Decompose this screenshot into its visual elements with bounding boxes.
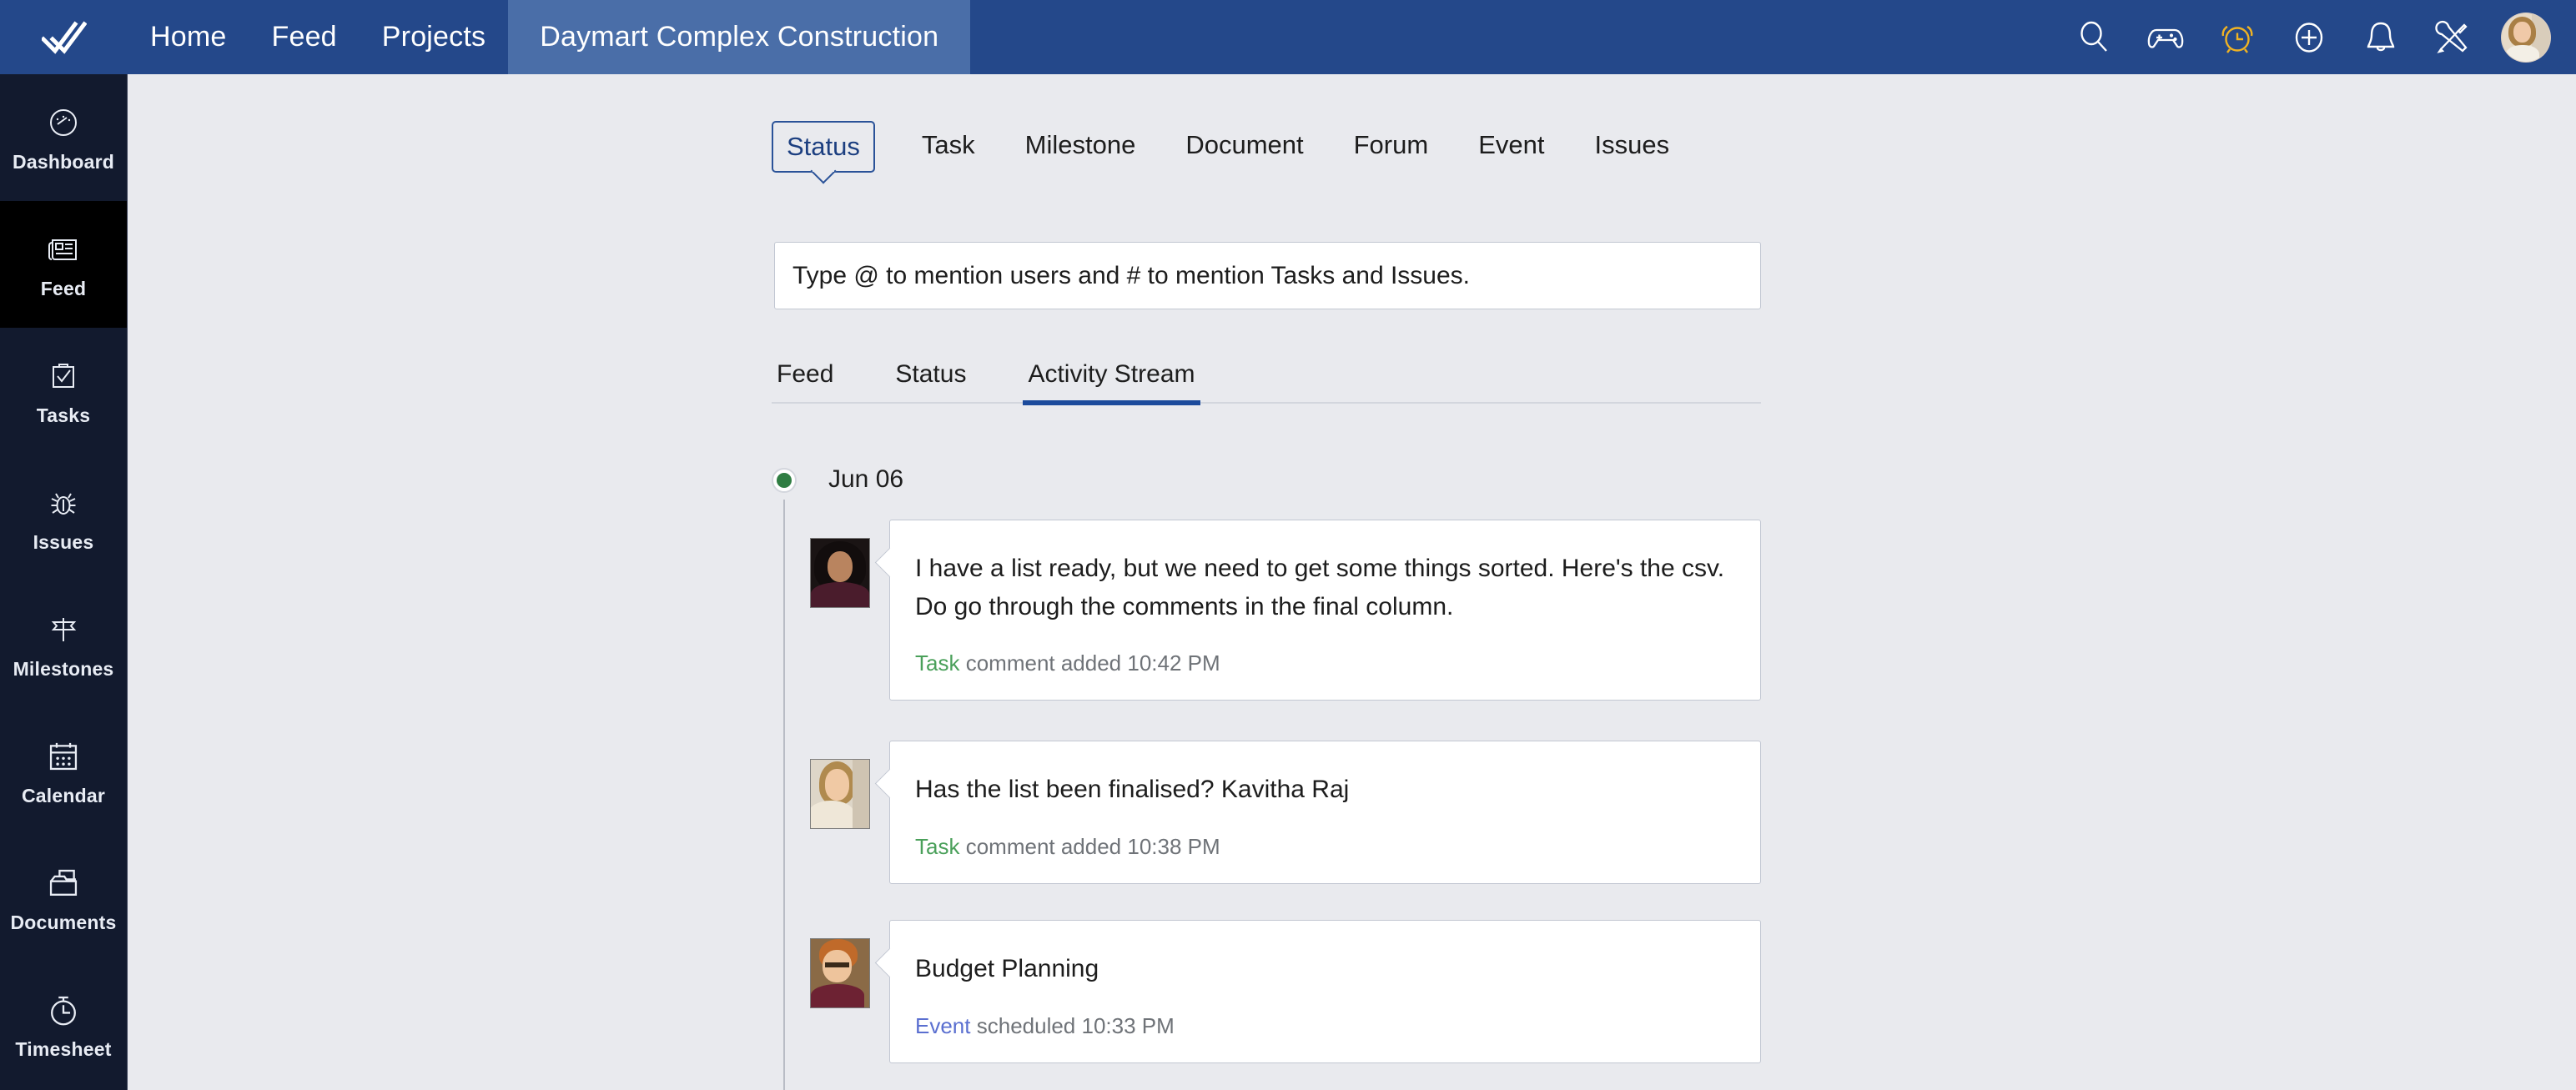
bug-icon xyxy=(44,484,83,522)
activity-kind[interactable]: Task xyxy=(915,650,959,676)
avatar[interactable] xyxy=(2501,12,2551,63)
sidebar-item-label: Documents xyxy=(10,912,117,933)
bell-icon[interactable] xyxy=(2357,14,2404,61)
plus-circle-icon[interactable] xyxy=(2286,14,2332,61)
activity-time: 10:42 PM xyxy=(1127,650,1220,676)
stopwatch-icon xyxy=(51,996,76,1026)
tab-issues[interactable]: Issues xyxy=(1591,121,1673,169)
sidebar-item-label: Timesheet xyxy=(15,1038,112,1060)
activity-action: comment added xyxy=(965,650,1122,676)
double-check-logo-icon xyxy=(41,21,87,54)
alarm-clock-icon[interactable] xyxy=(2214,14,2261,61)
sidebar-item-timesheet[interactable]: Timesheet xyxy=(0,962,127,1088)
subtab-feed[interactable]: Feed xyxy=(772,360,838,402)
activity-kind[interactable]: Event xyxy=(915,1013,971,1038)
newspaper-icon xyxy=(44,230,83,269)
sidebar-item-dashboard[interactable]: Dashboard xyxy=(0,74,127,201)
activity-meta: Task comment added 10:38 PM xyxy=(915,834,1735,860)
compose-placeholder: Type @ to mention users and # to mention… xyxy=(792,261,1471,289)
sidebar-item-tasks[interactable]: Tasks xyxy=(0,328,127,455)
nav-home[interactable]: Home xyxy=(128,0,249,74)
calendar-icon xyxy=(49,742,78,771)
tab-milestone[interactable]: Milestone xyxy=(1022,121,1140,169)
subtab-activity-stream[interactable]: Activity Stream xyxy=(1023,360,1200,405)
gamepad-icon[interactable] xyxy=(2142,14,2189,61)
sidebar-item-label: Calendar xyxy=(21,785,106,806)
sidebar-item-issues[interactable]: Issues xyxy=(0,455,127,581)
header-icon-group xyxy=(2070,0,2576,74)
subtab-status[interactable]: Status xyxy=(890,360,971,402)
avatar xyxy=(810,938,870,1008)
top-header-bar: Home Feed Projects Daymart Complex Const… xyxy=(0,0,2576,74)
avatar xyxy=(810,759,870,829)
content-type-tabs: Status Task Milestone Document Forum Eve… xyxy=(772,121,1716,179)
tools-icon[interactable] xyxy=(2429,14,2476,61)
tab-event[interactable]: Event xyxy=(1475,121,1547,169)
tab-forum[interactable]: Forum xyxy=(1351,121,1432,169)
timeline-date-label: Jun 06 xyxy=(828,465,904,493)
activity-card: Budget Planning Event scheduled 10:33 PM xyxy=(889,920,1761,1063)
activity-body: Budget Planning xyxy=(915,955,1099,982)
activity-meta: Event scheduled 10:33 PM xyxy=(915,1013,1735,1039)
activity-item[interactable]: Has the list been finalised? Kavitha Raj… xyxy=(810,741,1761,884)
timeline-date-dot xyxy=(772,468,797,493)
app-logo[interactable] xyxy=(0,0,128,74)
clipboard-check-icon xyxy=(44,357,83,395)
header-spacer xyxy=(970,0,2070,74)
sidebar-item-label: Tasks xyxy=(36,404,91,426)
sidebar-item-calendar[interactable]: Calendar xyxy=(0,708,127,835)
sidebar-item-documents[interactable]: Documents xyxy=(0,835,127,962)
nav-projects[interactable]: Projects xyxy=(360,0,508,74)
gauge-icon xyxy=(44,103,83,142)
activity-card: Has the list been finalised? Kavitha Raj… xyxy=(889,741,1761,884)
activity-timeline: Jun 06 I have a list ready, but we need … xyxy=(772,465,1761,1090)
activity-card: I have a list ready, but we need to get … xyxy=(889,520,1761,701)
left-sidebar: Dashboard Feed Tasks Issues Milestones C… xyxy=(0,74,128,1090)
timeline-connector-line xyxy=(783,500,785,1090)
main-content-area: Status Task Milestone Document Forum Eve… xyxy=(128,74,2576,1090)
signpost-icon xyxy=(44,610,83,649)
tab-task[interactable]: Task xyxy=(918,121,979,169)
search-icon[interactable] xyxy=(2070,14,2117,61)
activity-action: comment added xyxy=(965,833,1122,859)
project-tab-daymart[interactable]: Daymart Complex Construction xyxy=(508,0,971,74)
activity-kind[interactable]: Task xyxy=(915,834,959,859)
avatar-body xyxy=(2505,44,2540,62)
sidebar-item-label: Dashboard xyxy=(13,151,114,173)
sidebar-item-label: Milestones xyxy=(13,658,114,680)
avatar xyxy=(810,538,870,608)
avatar-face xyxy=(2513,21,2531,43)
folder-icon xyxy=(49,869,78,896)
activity-action: scheduled xyxy=(976,1012,1076,1038)
activity-body: Has the list been finalised? Kavitha Raj xyxy=(915,776,1350,803)
nav-feed[interactable]: Feed xyxy=(249,0,360,74)
sidebar-item-milestones[interactable]: Milestones xyxy=(0,581,127,708)
stream-subtabs: Feed Status Activity Stream xyxy=(772,345,1761,405)
status-compose-box[interactable]: Type @ to mention users and # to mention… xyxy=(774,242,1761,309)
sidebar-item-feed[interactable]: Feed xyxy=(0,201,127,328)
tab-document[interactable]: Document xyxy=(1182,121,1306,169)
activity-time: 10:33 PM xyxy=(1081,1012,1175,1038)
activity-item[interactable]: Budget Planning Event scheduled 10:33 PM xyxy=(810,920,1761,1063)
activity-item[interactable]: I have a list ready, but we need to get … xyxy=(810,520,1761,701)
activity-time: 10:38 PM xyxy=(1127,833,1220,859)
tab-status[interactable]: Status xyxy=(772,121,875,173)
activity-body: I have a list ready, but we need to get … xyxy=(915,555,1725,620)
activity-meta: Task comment added 10:42 PM xyxy=(915,650,1735,676)
sidebar-item-label: Feed xyxy=(40,278,87,299)
sidebar-item-label: Issues xyxy=(33,531,94,553)
